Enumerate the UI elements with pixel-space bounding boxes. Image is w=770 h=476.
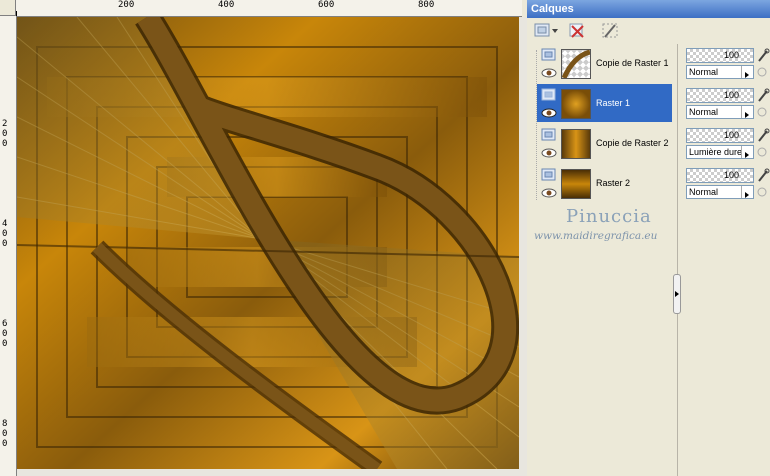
horizontal-scrollbar[interactable] [17, 469, 519, 476]
delete-layer-button[interactable] [567, 21, 587, 41]
visibility-eye-icon[interactable] [541, 148, 557, 158]
layer-name: Raster 2 [596, 178, 631, 188]
layer-thumbnail [561, 89, 591, 119]
layer-properties: 100 Normal [682, 164, 770, 202]
layer-thumbnail [561, 49, 591, 79]
visibility-eye-icon[interactable] [541, 188, 557, 198]
vertical-scrollbar[interactable] [519, 17, 527, 476]
ruler-label: 600 [318, 0, 335, 10]
layer-properties: 100 Lumière dure [682, 124, 770, 162]
layer-properties: 100 Normal [682, 84, 770, 122]
opacity-value: 100 [723, 50, 739, 60]
layer-name: Copie de Raster 2 [596, 138, 669, 148]
dropdown-arrow-icon [741, 146, 753, 158]
ruler-label: 0 [2, 339, 8, 349]
layer-row-selected[interactable]: Raster 1 [537, 84, 672, 122]
layers-list: Copie de Raster 1 Raster 1 Copie de Rast… [537, 44, 672, 204]
palette-title: Calques [527, 0, 770, 18]
dropdown-arrow-icon [741, 186, 753, 198]
opacity-field[interactable]: 100 [686, 168, 754, 183]
link-icon[interactable] [756, 48, 770, 64]
ruler-label: 200 [118, 0, 135, 10]
layer-properties: 100 Normal [682, 44, 770, 82]
blend-mode-select[interactable]: Normal [686, 105, 754, 119]
lock-icon[interactable] [756, 146, 768, 158]
layer-name: Raster 1 [596, 98, 631, 108]
blend-mode-select[interactable]: Lumière dure [686, 145, 754, 159]
ruler-label: 0 [2, 239, 8, 249]
opacity-value: 100 [723, 90, 739, 100]
new-layer-icon [534, 23, 558, 37]
layer-properties-column: 100 Normal 100 Normal 100 Lumière dure 1… [682, 44, 770, 204]
chevron-right-icon [675, 291, 679, 297]
lock-icon[interactable] [756, 106, 768, 118]
collapse-handle[interactable] [673, 274, 681, 314]
ruler-label: 0 [2, 439, 8, 449]
ruler-label: 0 [2, 429, 8, 439]
pen-icon [602, 23, 618, 38]
new-layer-button[interactable] [533, 21, 559, 41]
ruler-label: 800 [418, 0, 435, 10]
image-canvas[interactable] [17, 17, 519, 469]
ruler-label: 8 [2, 419, 8, 429]
opacity-value: 100 [723, 170, 739, 180]
layer-name: Copie de Raster 1 [596, 58, 669, 68]
layer-type-icon [541, 168, 556, 181]
opacity-field[interactable]: 100 [686, 48, 754, 63]
blend-mode-value: Lumière dure [689, 147, 743, 157]
watermark-url: www.maidiregrafica.eu [534, 230, 658, 242]
dropdown-arrow-icon [741, 106, 753, 118]
palette-divider [677, 44, 678, 476]
visibility-eye-icon[interactable] [541, 68, 557, 78]
ruler-label: 4 [2, 219, 8, 229]
ruler-label: 0 [2, 139, 8, 149]
palette-toolbar [527, 18, 770, 44]
horizontal-ruler: 200 400 600 800 [16, 0, 522, 17]
ruler-label: 0 [2, 129, 8, 139]
opacity-field[interactable]: 100 [686, 128, 754, 143]
layer-thumbnail [561, 169, 591, 199]
blend-mode-select[interactable]: Normal [686, 65, 754, 79]
link-icon[interactable] [756, 88, 770, 104]
artwork [17, 17, 519, 469]
watermark-name: Pinuccia [566, 206, 652, 227]
opacity-value: 100 [723, 130, 739, 140]
ruler-label: 400 [218, 0, 235, 10]
visibility-eye-icon[interactable] [541, 108, 557, 118]
blend-mode-value: Normal [689, 107, 719, 117]
lock-icon[interactable] [756, 186, 768, 198]
layer-row[interactable]: Raster 2 [537, 164, 672, 202]
layer-type-icon [541, 128, 556, 141]
layer-type-icon [541, 88, 556, 101]
ruler-label: 0 [2, 329, 8, 339]
link-icon[interactable] [756, 128, 770, 144]
vertical-ruler: 2 0 0 4 0 0 6 0 0 8 0 0 [0, 16, 17, 476]
layer-row[interactable]: Copie de Raster 2 [537, 124, 672, 162]
blend-mode-value: Normal [689, 67, 719, 77]
layer-type-icon [541, 48, 556, 61]
ruler-label: 2 [2, 119, 8, 129]
delete-layer-icon [569, 23, 584, 38]
layer-row[interactable]: Copie de Raster 1 [537, 44, 672, 82]
ruler-label: 0 [2, 229, 8, 239]
lock-icon[interactable] [756, 66, 768, 78]
dropdown-arrow-icon [741, 66, 753, 78]
image-editor-area: 200 400 600 800 2 0 0 4 0 0 6 0 0 8 0 0 [0, 0, 527, 476]
link-icon[interactable] [756, 168, 770, 184]
layer-thumbnail [561, 129, 591, 159]
blend-mode-select[interactable]: Normal [686, 185, 754, 199]
edit-selection-button[interactable] [601, 21, 621, 41]
opacity-field[interactable]: 100 [686, 88, 754, 103]
ruler-corner [0, 0, 16, 16]
blend-mode-value: Normal [689, 187, 719, 197]
ruler-label: 6 [2, 319, 8, 329]
